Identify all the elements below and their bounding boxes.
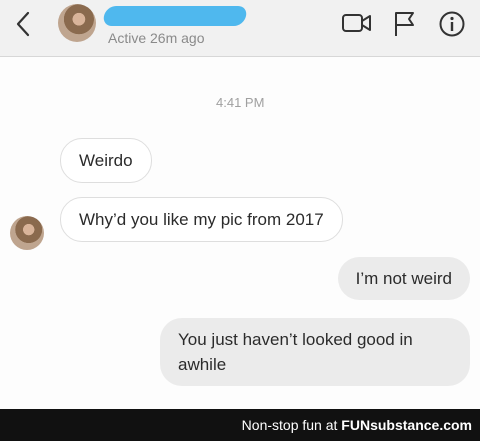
message-timestamp: 4:41 PM <box>216 95 265 110</box>
incoming-message[interactable]: Weirdo <box>60 138 152 183</box>
redacted-username <box>101 6 249 26</box>
watermark-text: Non-stop fun at FUNsubstance.com <box>242 417 472 433</box>
video-camera-icon[interactable] <box>340 10 374 36</box>
sender-avatar[interactable] <box>10 216 44 250</box>
outgoing-message[interactable]: You just haven’t looked good in awhile <box>160 318 470 386</box>
outgoing-message[interactable]: I’m not weird <box>337 257 470 300</box>
chat-header: Active 26m ago <box>0 0 480 57</box>
watermark-brand: FUNsubstance.com <box>341 417 472 433</box>
incoming-message[interactable]: Why’d you like my pic from 2017 <box>60 197 343 242</box>
contact-avatar[interactable] <box>58 4 96 42</box>
watermark-prefix: Non-stop fun at <box>241 417 338 433</box>
info-icon[interactable] <box>437 10 467 40</box>
active-status: Active 26m ago <box>108 30 205 46</box>
back-arrow-icon[interactable] <box>10 8 38 40</box>
watermark-bar: Non-stop fun at FUNsubstance.com <box>0 409 480 441</box>
flag-icon[interactable] <box>392 10 418 38</box>
